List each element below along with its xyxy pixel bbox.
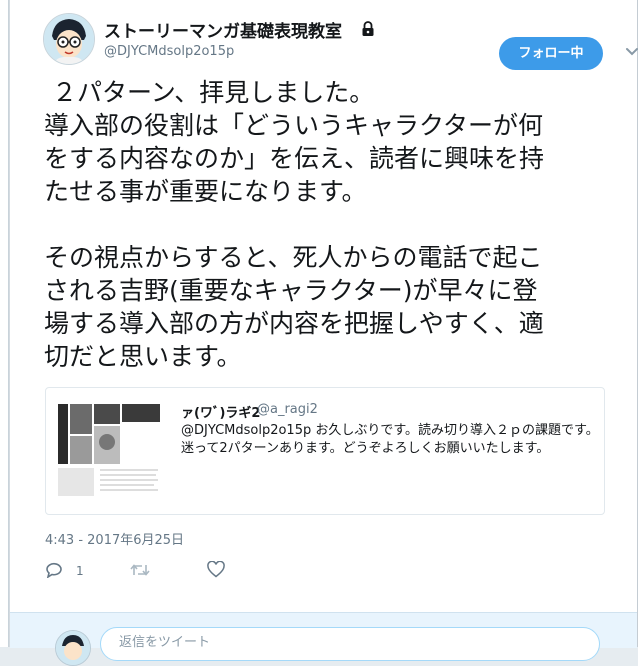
reply-compose-area: 返信をツイート: [10, 612, 637, 666]
quoted-tweet-text: @DJYCMdsolp2o15p お久しぶりです。読み切り導入２ｐの課題です。迷…: [181, 423, 599, 456]
retweet-icon[interactable]: [130, 562, 150, 578]
tweet-actions: 1: [45, 558, 345, 584]
display-name[interactable]: ストーリーマンガ基礎表現教室: [104, 17, 342, 42]
tweet-header: ストーリーマンガ基礎表現教室 @DJYCMdsolp2o15p フォロー中: [43, 13, 638, 70]
user-avatar[interactable]: [43, 13, 95, 65]
follow-button[interactable]: フォロー中: [499, 37, 603, 70]
chevron-down-icon[interactable]: [625, 47, 638, 57]
reply-icon[interactable]: [45, 562, 63, 578]
tweet-text: ２パターン、拝見しました。 導入部の役割は「どういうキャラクターが何 をする内容…: [44, 78, 545, 371]
background-page-strip: [0, 0, 9, 647]
avatar-illustration: [44, 14, 94, 64]
quoted-tweet-thumbnail: [56, 402, 162, 498]
heart-icon[interactable]: [207, 561, 225, 578]
quoted-tweet-handle: @a_ragi2: [257, 402, 318, 417]
quoted-tweet-name: ァ(ワﾞ)ラギ2: [181, 406, 261, 421]
reply-count: 1: [76, 564, 84, 578]
user-handle[interactable]: @DJYCMdsolp2o15p: [104, 44, 234, 59]
reply-avatar: [55, 630, 91, 666]
lock-icon: [362, 21, 374, 36]
quoted-tweet[interactable]: ァ(ワﾞ)ラギ2 @a_ragi2 @DJYCMdsolp2o15p お久しぶり…: [45, 387, 605, 515]
tweet-timestamp[interactable]: 4:43 - 2017年6月25日: [45, 529, 184, 548]
reply-input[interactable]: 返信をツイート: [100, 627, 600, 661]
tweet-card: ストーリーマンガ基礎表現教室 @DJYCMdsolp2o15p フォロー中 ２パ…: [9, 0, 638, 666]
reply-avatar-illustration: [56, 631, 90, 665]
